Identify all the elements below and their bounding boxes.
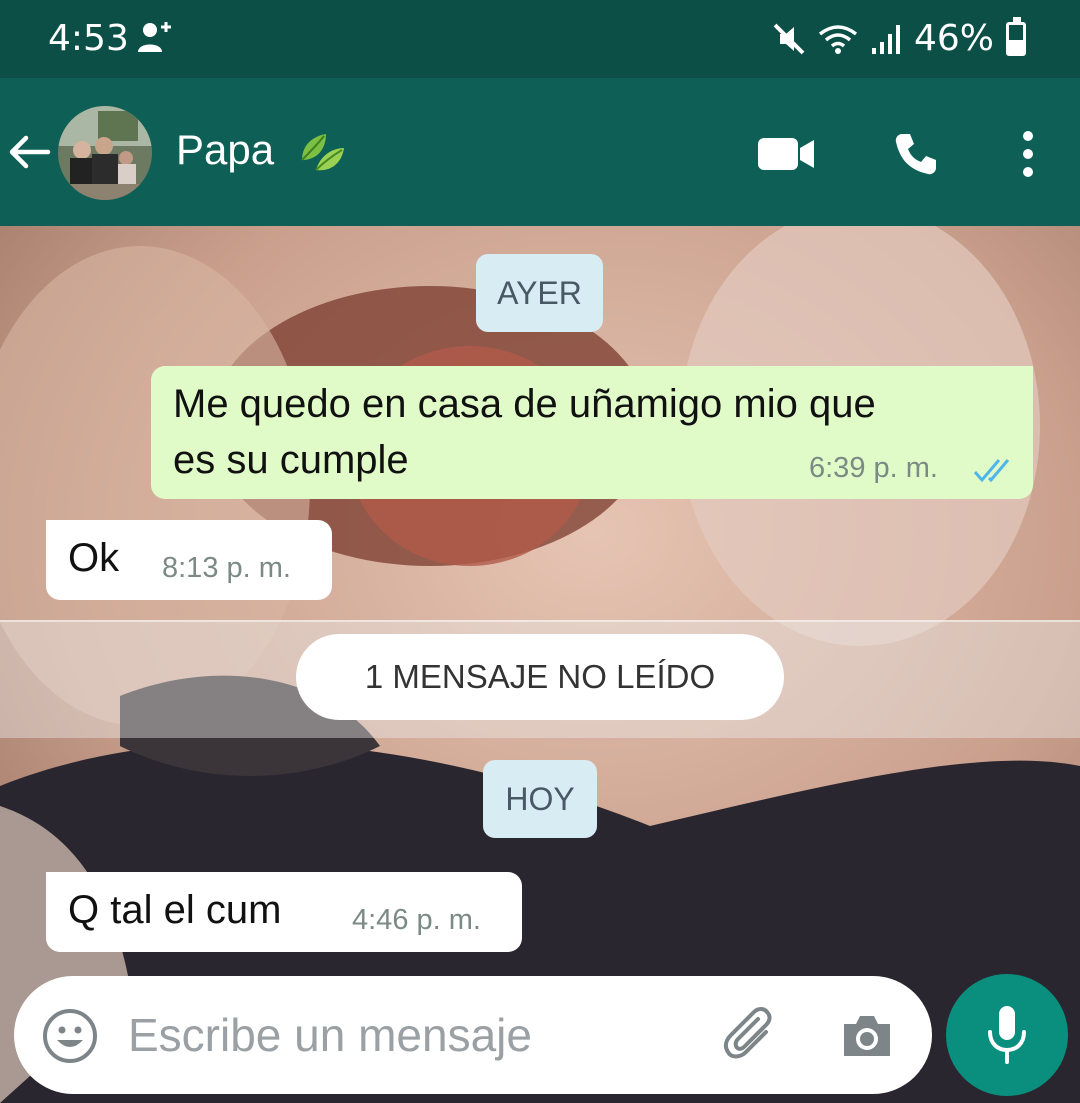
battery-percent: 46% (913, 18, 994, 59)
message-time: 8:13 p. m. (162, 552, 291, 584)
more-options-icon[interactable] (1016, 130, 1040, 178)
emoji-icon[interactable] (42, 1008, 98, 1064)
status-time: 4:53 (48, 18, 129, 59)
message-time: 6:39 p. m. (809, 452, 938, 484)
back-arrow-icon[interactable] (4, 128, 52, 176)
unread-count-pill: 1 MENSAJE NO LEÍDO (296, 634, 784, 720)
phone-call-icon[interactable] (892, 130, 940, 178)
date-label: HOY (505, 780, 575, 817)
signal-icon (871, 24, 900, 54)
wifi-icon (818, 24, 858, 54)
chat-area[interactable]: AYER Me quedo en casa de uñamigo mio que… (0, 226, 1080, 1103)
contact-avatar[interactable] (58, 106, 152, 200)
message-text: Q tal el cum (68, 888, 282, 932)
camera-icon[interactable] (840, 1010, 894, 1060)
message-text: Me quedo en casa de uñamigo mio que es s… (173, 382, 876, 482)
chat-header: Papa (0, 78, 1080, 226)
video-call-icon[interactable] (758, 136, 816, 172)
user-add-icon (138, 22, 171, 52)
unread-label: 1 MENSAJE NO LEÍDO (364, 658, 716, 695)
message-outgoing[interactable]: Me quedo en casa de uñamigo mio que es s… (151, 366, 1033, 499)
contact-name[interactable]: Papa (176, 126, 274, 174)
message-text: Ok (68, 536, 120, 580)
attach-icon[interactable] (722, 1006, 780, 1064)
leaf-icon (301, 134, 344, 171)
status-indicators: 46% (772, 16, 1026, 59)
message-incoming[interactable]: Q tal el cum 4:46 p. m. (46, 872, 522, 952)
date-separator-yesterday: AYER (476, 254, 603, 332)
date-label: AYER (497, 274, 582, 311)
microphone-icon (988, 1006, 1026, 1064)
message-incoming[interactable]: Ok 8:13 p. m. (46, 520, 332, 600)
message-input[interactable]: Escribe un mensaje (128, 1008, 532, 1062)
unread-messages-banner: 1 MENSAJE NO LEÍDO (0, 620, 1080, 738)
message-time: 4:46 p. m. (352, 904, 481, 936)
mute-icon (773, 23, 805, 54)
voice-record-button[interactable] (946, 974, 1068, 1096)
read-receipt-icon (973, 459, 1010, 483)
message-composer: Escribe un mensaje (14, 976, 932, 1094)
date-separator-today: HOY (483, 760, 597, 838)
status-bar: 4:53 46% (0, 0, 1080, 78)
battery-icon (1006, 16, 1026, 56)
